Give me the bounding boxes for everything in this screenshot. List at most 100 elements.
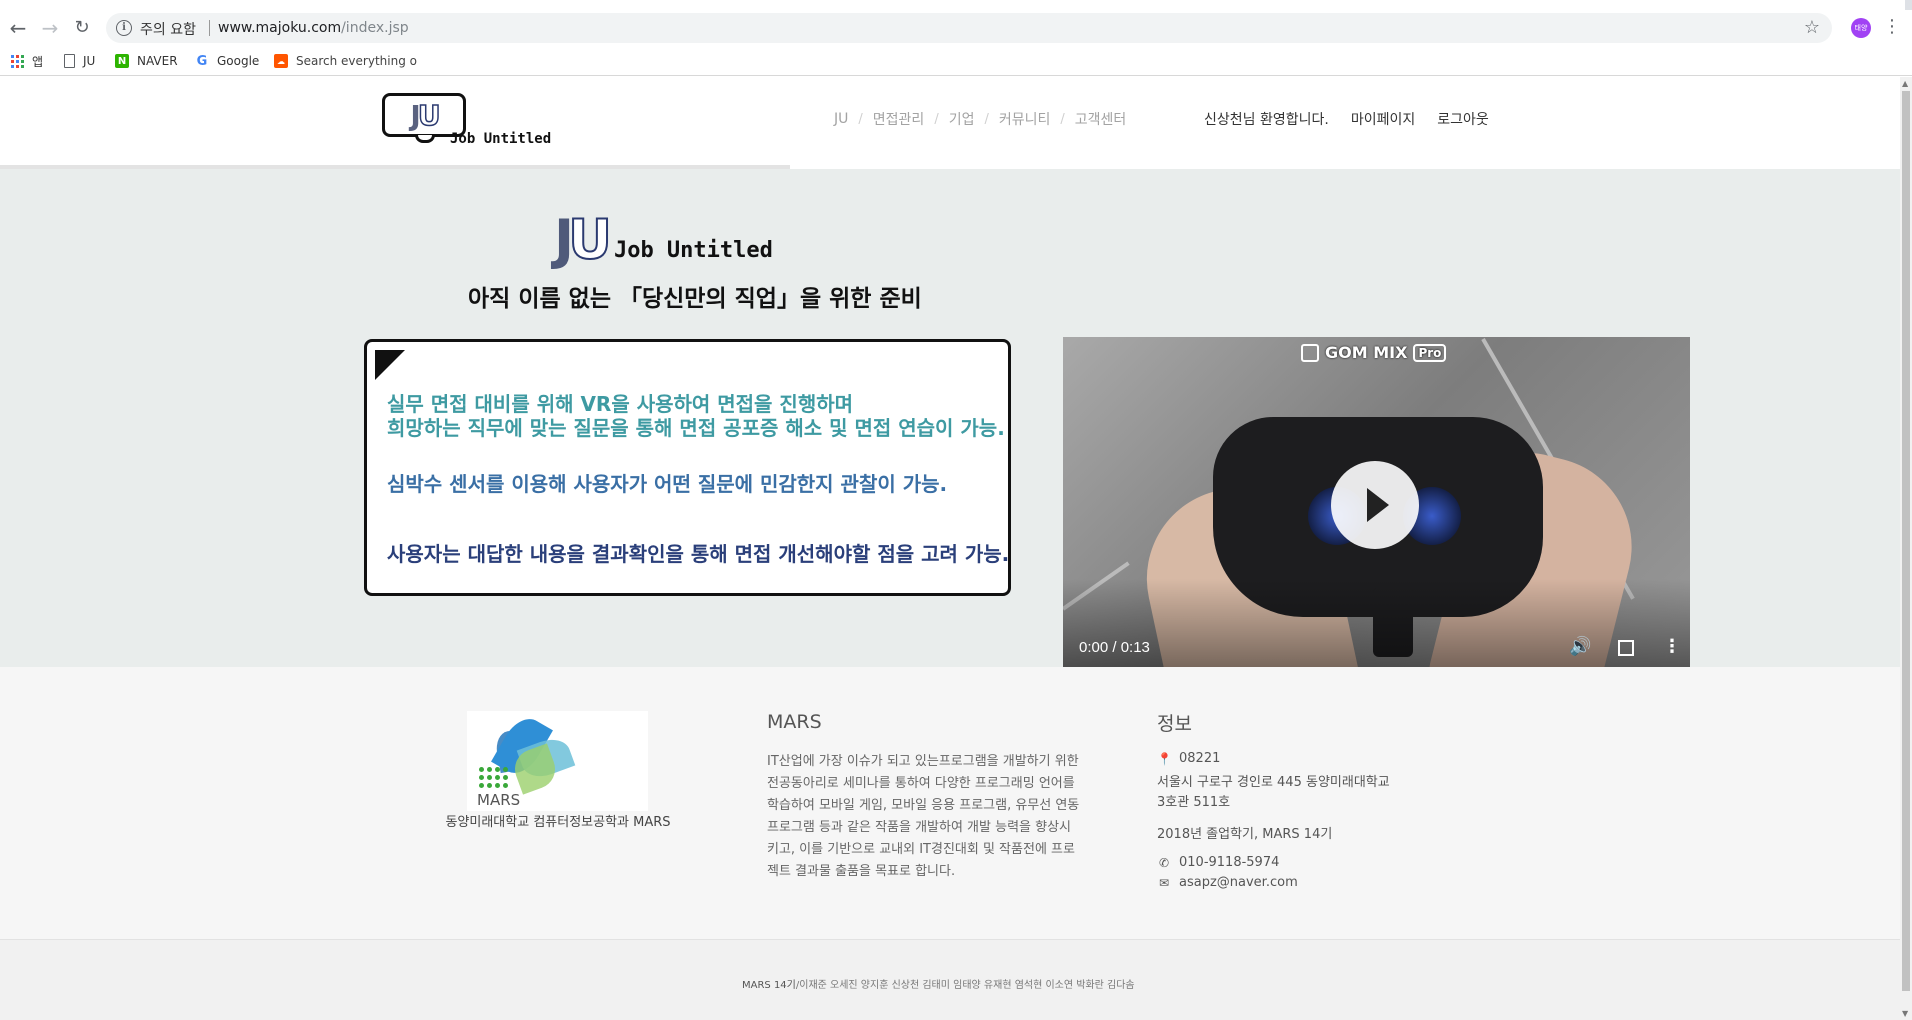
bookmark-ju[interactable]: JU — [64, 52, 95, 70]
bookmark-label: JU — [83, 54, 96, 68]
tab-strip — [0, 0, 1912, 10]
scrollbar-thumb[interactable] — [1902, 91, 1910, 991]
info-icon[interactable]: i — [116, 20, 132, 36]
email-address[interactable]: asapz@naver.com — [1179, 875, 1298, 890]
site-logo[interactable]: JU Job Untitled — [382, 93, 551, 155]
forward-icon[interactable]: → — [38, 16, 62, 40]
nav-item-community[interactable]: 커뮤니티 — [999, 109, 1051, 129]
user-nav: 신상천님 환영합니다. 마이페이지 로그아웃 — [1204, 109, 1511, 129]
mars-description-line: 키고, 이를 기반으로 교내외 IT경진대회 및 작품전에 프로 — [767, 842, 1075, 857]
hero-logo-mark: JU — [554, 208, 613, 271]
address-line-2: 3호관 511호 — [1157, 795, 1231, 810]
gom-watermark: GOM MIX Pro — [1301, 343, 1447, 362]
security-label[interactable]: 주의 요함 — [140, 19, 196, 39]
bookmark-soundcloud[interactable]: ☁ Search everything o — [274, 52, 417, 70]
back-icon[interactable]: ← — [6, 16, 30, 40]
phone-line: ✆ 010-9118-5974 — [1157, 855, 1279, 870]
logo-dots — [479, 767, 508, 788]
logo-text: Job Untitled — [450, 131, 552, 147]
hero-logo: JU Job Untitled — [554, 208, 773, 271]
nav-item-support[interactable]: 고객센터 — [1075, 109, 1127, 129]
credits: MARS 14기/이재준 오세진 양지훈 신상천 김태미 임태양 유재현 염석현… — [742, 976, 1135, 991]
bookmark-label: 앱 — [32, 54, 44, 69]
fullscreen-icon[interactable] — [1618, 640, 1634, 656]
copyright-bar: MARS 14기/이재준 오세진 양지훈 신상천 김태미 임태양 유재현 염석현… — [0, 939, 1900, 1020]
nav-divider: / — [858, 111, 863, 127]
goggle-notch — [415, 135, 435, 143]
browser-menu-icon[interactable]: ⋮ — [1883, 16, 1901, 37]
school-name: 동양미래대학교 컴퓨터정보공학과 MARS — [445, 815, 671, 830]
mars-description-line: 학습하여 모바일 게임, 모바일 응용 프로그램, 유무선 연동 — [767, 798, 1080, 813]
url-host: www.majoku.com — [218, 20, 342, 36]
video-time: 0:00 / 0:13 — [1079, 639, 1150, 656]
url-path: /index.jsp — [341, 20, 409, 36]
browser-toolbar: ← → ↻ i 주의 요함 www.majoku.com/index.jsp ☆… — [0, 10, 1912, 46]
info-heading: 정보 — [1157, 713, 1192, 735]
address-bar[interactable]: i 주의 요함 www.majoku.com/index.jsp ☆ — [106, 13, 1832, 43]
video-player[interactable]: GOM MIX Pro 0:00 / 0:13 🔊 ⋮ — [1063, 337, 1690, 689]
hero-section: JU Job Untitled 아직 이름 없는 「당신만의 직업」을 위한 준… — [0, 169, 1900, 689]
soundcloud-icon: ☁ — [274, 54, 288, 68]
play-icon[interactable] — [1331, 461, 1419, 549]
feature-line-2: 희망하는 직무에 맞는 질문을 통해 면접 공포증 해소 및 면접 연습이 가능… — [387, 416, 1005, 440]
page-scrollbar[interactable]: ▲ ▼ — [1900, 77, 1912, 1020]
map-marker-icon: 📍 — [1157, 751, 1172, 766]
omnibox-separator — [209, 20, 210, 36]
nav-divider: / — [1060, 111, 1065, 127]
credits-team: MARS 14기 — [742, 980, 796, 991]
mars-description-line: 프로그램 등과 같은 작품을 개발하여 개발 능력을 향상시 — [767, 820, 1072, 835]
mars-description-line: 전공동아리로 세미나를 통하여 다양한 프로그래밍 언어를 — [767, 776, 1075, 791]
bookmark-google[interactable]: G Google — [195, 52, 260, 70]
site-header: JU Job Untitled JU / 면접관리 / 기업 / 커뮤니티 / … — [0, 77, 1900, 167]
bookmarks-bar: 앱 JU N NAVER G Google ☁ Search everythin… — [0, 46, 1912, 76]
phone-number: 010-9118-5974 — [1179, 855, 1280, 870]
phone-icon: ✆ — [1158, 855, 1170, 870]
bookmark-label: Google — [217, 54, 260, 68]
envelope-icon: ✉ — [1158, 875, 1170, 890]
scroll-down-icon[interactable]: ▼ — [1902, 1009, 1908, 1018]
volume-icon[interactable]: 🔊 — [1569, 636, 1591, 658]
mars-wordmark: MARS — [477, 791, 521, 809]
feature-line-3: 심박수 센서를 이용해 사용자가 어떤 질문에 민감한지 관찰이 가능. — [387, 472, 948, 496]
nav-item-interview[interactable]: 면접관리 — [873, 109, 925, 129]
nav-item-company[interactable]: 기업 — [949, 109, 975, 129]
naver-icon: N — [115, 54, 129, 68]
mars-description-line: IT산업에 가장 이슈가 되고 있는프로그램을 개발하기 위한 — [767, 754, 1079, 769]
graduation-term: 2018년 졸업학기, MARS 14기 — [1157, 827, 1333, 842]
welcome-text: 신상천님 환영합니다. — [1204, 112, 1329, 128]
main-nav: JU / 면접관리 / 기업 / 커뮤니티 / 고객센터 — [834, 109, 1126, 129]
active-tab[interactable] — [0, 0, 1905, 10]
feature-description-box: 실무 면접 대비를 위해 VR을 사용하여 면접을 진행하며 희망하는 직무에 … — [364, 339, 1011, 596]
gom-watermark-text: GOM MIX — [1325, 343, 1408, 362]
mypage-link[interactable]: 마이페이지 — [1351, 109, 1415, 129]
nav-item-ju[interactable]: JU — [834, 111, 848, 127]
nav-divider: / — [934, 111, 939, 127]
logout-link[interactable]: 로그아웃 — [1437, 109, 1489, 129]
profile-avatar[interactable]: 태양 — [1851, 18, 1871, 38]
mars-heading: MARS — [767, 711, 822, 733]
url-text[interactable]: www.majoku.com/index.jsp — [218, 20, 409, 36]
bookmark-naver[interactable]: N NAVER — [115, 52, 178, 70]
feature-line-4: 사용자는 대답한 내용을 결과확인을 통해 면접 개선해야할 점을 고려 가능. — [387, 542, 1010, 566]
scroll-up-icon[interactable]: ▲ — [1902, 79, 1908, 88]
page-icon — [64, 54, 75, 68]
mars-description: IT산업에 가장 이슈가 되고 있는프로그램을 개발하기 위한 전공동아리로 세… — [767, 751, 1127, 883]
address-line-1: 서울시 구로구 경인로 445 동양미래대학교 — [1157, 775, 1390, 790]
google-icon: G — [196, 53, 208, 69]
logo-mark: JU — [410, 98, 441, 133]
gom-pro-badge: Pro — [1413, 343, 1447, 362]
mars-description-line: 젝트 결과물 출품을 목표로 합니다. — [767, 864, 956, 879]
bookmark-apps[interactable]: 앱 — [10, 52, 43, 70]
postcode-line: 📍 08221 — [1157, 751, 1220, 766]
credits-members: /이재준 오세진 양지훈 신상천 김태미 임태양 유재현 염석현 이소연 박화란… — [795, 980, 1135, 991]
page-viewport: JU Job Untitled JU / 면접관리 / 기업 / 커뮤니티 / … — [0, 77, 1900, 1020]
reload-icon[interactable]: ↻ — [70, 16, 94, 40]
hero-logo-text: Job Untitled — [613, 238, 773, 263]
postcode: 08221 — [1179, 751, 1221, 766]
hero-tagline: 아직 이름 없는 「당신만의 직업」을 위한 준비 — [468, 286, 922, 312]
bookmark-label: NAVER — [137, 54, 178, 68]
corner-triangle-icon — [375, 350, 405, 380]
bookmark-star-icon[interactable]: ☆ — [1804, 17, 1820, 38]
video-menu-icon[interactable]: ⋮ — [1663, 636, 1681, 658]
apps-grid-icon — [10, 54, 24, 68]
